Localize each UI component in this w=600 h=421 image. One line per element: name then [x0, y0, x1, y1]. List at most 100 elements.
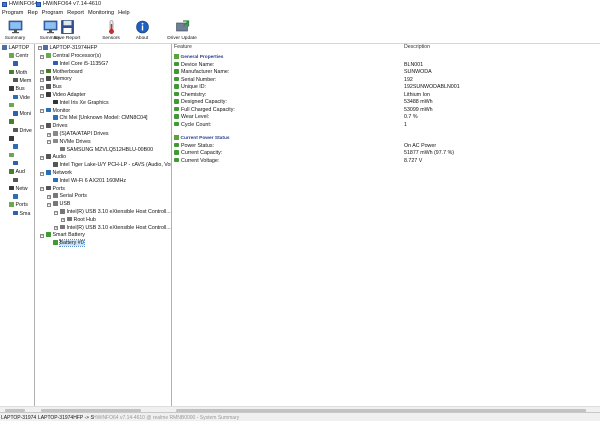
collapse-icon[interactable]: − — [40, 54, 44, 59]
collapse-icon[interactable]: − — [54, 210, 58, 215]
feature-value: Lithium Ion — [404, 91, 430, 98]
collapse-icon[interactable]: − — [47, 202, 51, 207]
left-tree-item[interactable] — [13, 177, 20, 185]
collapse-icon[interactable]: − — [38, 46, 42, 50]
feature-row[interactable]: Current Voltage: — [174, 157, 219, 165]
collapse-icon[interactable]: − — [40, 187, 44, 192]
feature-row[interactable]: Manufacturer Name: — [174, 69, 229, 76]
tree-item[interactable]: Motherboard — [46, 68, 83, 76]
feature-row[interactable]: Cycle Count: — [174, 121, 211, 129]
feature-row[interactable]: Power Status: — [174, 142, 214, 150]
left-tree-item[interactable] — [13, 194, 20, 201]
left-tree-item[interactable]: Bus — [9, 86, 25, 93]
column-header-feature[interactable]: Feature — [174, 44, 192, 52]
collapse-icon[interactable]: − — [40, 124, 44, 129]
left-tree-item[interactable] — [9, 152, 16, 160]
tree-item[interactable]: Intel Core i5-1135G7 — [53, 60, 108, 68]
left-tree-item[interactable] — [9, 136, 16, 143]
tree-item[interactable]: Serial Ports — [53, 193, 87, 200]
menu-program[interactable]: Program — [40, 10, 65, 18]
feature-row[interactable]: Full Charged Capacity: — [174, 106, 235, 114]
tree-root[interactable]: − LAPTOP-31974HFP — [38, 45, 97, 52]
about-button[interactable]: About — [127, 19, 157, 43]
feature-row[interactable]: Serial Number: — [174, 76, 216, 84]
left-tree-item[interactable]: Ports — [9, 202, 28, 209]
left-tree-item[interactable]: Moni — [13, 111, 31, 118]
feature-row[interactable]: Device Name: — [174, 61, 214, 69]
tree-item[interactable]: Central Processor(s) — [46, 53, 101, 60]
summary-button-left[interactable]: Summary — [0, 19, 30, 43]
menu-report[interactable]: Report — [65, 10, 86, 18]
feature-row[interactable]: Designed Capacity: — [174, 99, 227, 106]
tree-item[interactable]: Network — [46, 170, 72, 177]
tree-item[interactable]: Smart Battery — [46, 232, 85, 239]
save-report-button[interactable]: Save Report — [52, 19, 82, 43]
collapse-icon[interactable]: − — [40, 155, 44, 160]
tree-item[interactable]: Chi Mei [Unknown Model: CMN8C04] — [53, 115, 148, 122]
left-tree-item[interactable]: Centr — [9, 53, 28, 60]
column-header-description[interactable]: Description — [404, 44, 430, 52]
tree-item[interactable]: USB — [53, 201, 70, 208]
left-tree-item[interactable]: Netw — [9, 185, 28, 193]
expand-icon[interactable]: + — [40, 77, 44, 82]
tree-item[interactable]: Intel(R) USB 3.10 eXtensible Host Contro… — [60, 224, 171, 232]
collapse-icon[interactable]: − — [40, 93, 44, 98]
expand-icon[interactable]: + — [61, 218, 65, 223]
collapse-icon[interactable]: − — [47, 140, 51, 145]
tree-item[interactable]: SAMSUNG MZVLQ512HBLU-00B00 — [60, 146, 153, 154]
secondary-device-tree[interactable]: LAPTOP Centr Moth Mem Bus Vide Moni Drive Aud Ne… — [0, 44, 35, 412]
expand-icon[interactable]: + — [47, 132, 51, 137]
menu-program-left[interactable]: Program — [0, 10, 25, 18]
tree-item[interactable]: Audio — [46, 154, 66, 161]
collapse-icon[interactable]: − — [40, 171, 44, 176]
menu-monitoring[interactable]: Monitoring — [86, 10, 116, 18]
collapse-icon[interactable]: − — [40, 109, 44, 114]
device-tree[interactable]: − LAPTOP-31974HFP − Central Processor(s) In… — [35, 44, 172, 412]
expand-icon[interactable]: + — [40, 70, 44, 75]
expand-icon[interactable]: + — [40, 85, 44, 90]
battery-property-icon — [174, 106, 179, 112]
device-icon — [46, 53, 51, 58]
tree-item[interactable]: Monitor — [46, 107, 70, 115]
expand-icon[interactable]: + — [54, 226, 58, 231]
left-tree-item[interactable]: Mem — [13, 77, 31, 85]
left-tree-item[interactable]: Drive — [13, 127, 32, 135]
menu-help[interactable]: Help — [116, 10, 132, 18]
left-tree-item[interactable] — [9, 102, 16, 110]
feature-row[interactable]: Current Capacity: — [174, 150, 222, 157]
tree-item[interactable]: NVMe Drives — [53, 138, 91, 146]
left-tree-item[interactable]: Aud — [9, 169, 25, 176]
feature-row[interactable]: Unique ID: — [174, 84, 206, 91]
floppy-icon — [60, 20, 75, 34]
left-tree-item[interactable] — [13, 160, 20, 168]
sensors-button[interactable]: Sensors — [96, 19, 126, 43]
driver-update-button[interactable]: Driver Update — [166, 19, 198, 43]
computer-icon — [2, 45, 7, 50]
tree-item[interactable]: Video Adapter — [46, 92, 86, 99]
tree-item[interactable]: (S)ATA/ATAPI Drives — [53, 131, 109, 138]
collapse-icon[interactable]: − — [40, 233, 44, 238]
left-tree-item[interactable]: Vide — [13, 94, 30, 102]
tree-item[interactable]: Intel Tiger Lake-U/Y PCH-LP - cAVS (Audi… — [53, 162, 171, 169]
thermometer-icon — [104, 20, 119, 34]
device-icon — [46, 170, 51, 175]
menu-report-left[interactable]: Rep — [25, 10, 39, 18]
tree-item[interactable]: Intel Wi-Fi 6 AX201 160MHz — [53, 177, 126, 185]
expand-icon[interactable]: + — [47, 194, 51, 199]
tree-root[interactable]: LAPTOP — [2, 45, 29, 52]
left-tree-item[interactable]: Sma — [13, 210, 30, 218]
tree-item[interactable]: Ports — [46, 185, 65, 193]
left-tree-item[interactable] — [9, 119, 16, 126]
feature-row[interactable]: Wear Level: — [174, 114, 209, 121]
tree-item[interactable]: Intel Iris Xe Graphics — [53, 99, 109, 107]
left-tree-item[interactable]: Moth — [9, 69, 27, 77]
feature-row[interactable]: Chemistry: — [174, 91, 206, 99]
left-tree-item[interactable] — [13, 144, 20, 151]
tree-item[interactable]: Battery #0 — [53, 239, 85, 248]
tree-item[interactable]: Drives — [46, 123, 68, 130]
tree-item[interactable]: Root Hub — [67, 216, 96, 224]
left-tree-item[interactable] — [13, 61, 20, 68]
tree-item[interactable]: Intel(R) USB 3.10 eXtensible Host Contro… — [60, 209, 171, 216]
tree-item[interactable]: Bus — [46, 84, 62, 91]
tree-item[interactable]: Memory — [46, 76, 72, 83]
